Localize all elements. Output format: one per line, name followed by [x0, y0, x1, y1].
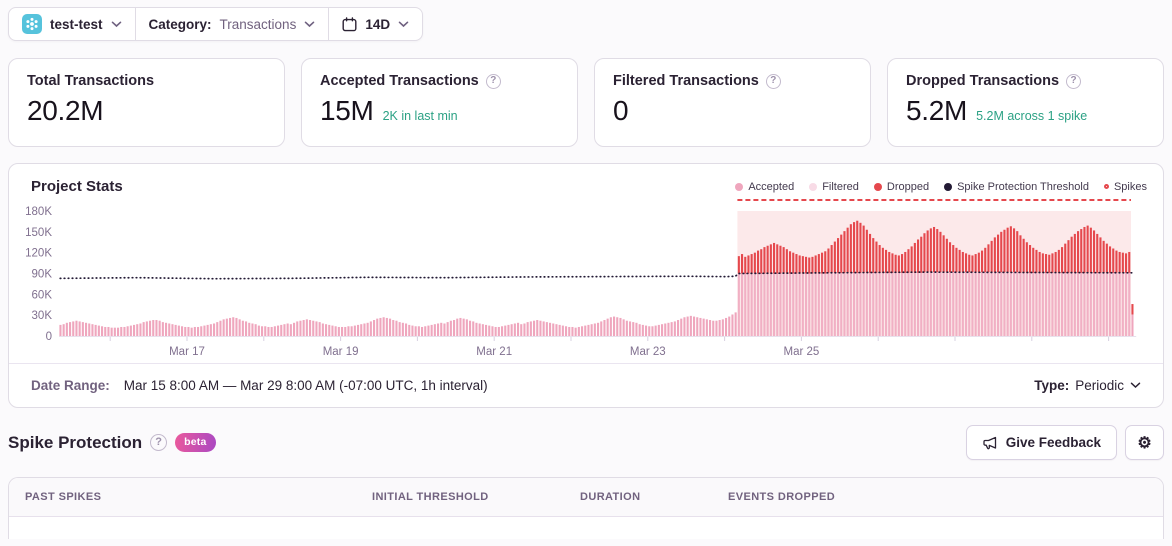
legend-item-dropped[interactable]: Dropped	[873, 180, 930, 193]
legend-label: Filtered	[822, 180, 859, 193]
date-range-label: Date Range:	[31, 378, 110, 393]
col-initial-threshold: INITIAL THRESHOLD	[372, 491, 489, 503]
megaphone-icon	[983, 436, 996, 449]
chart-type-selector[interactable]: Type: Periodic	[1034, 378, 1141, 393]
section-title: Spike Protection	[8, 432, 143, 452]
help-icon[interactable]: ?	[1066, 73, 1082, 89]
category-value: Transactions	[219, 16, 297, 32]
svg-text:90K: 90K	[32, 269, 53, 281]
spike-protection-header: Spike Protection ? beta Give Feedback ⚙	[8, 425, 1164, 460]
calendar-icon	[342, 16, 357, 31]
card-total-transactions: Total Transactions 20.2M	[8, 58, 285, 147]
date-range-value: 14D	[365, 16, 391, 32]
chevron-down-icon	[305, 21, 315, 27]
legend-label: Spike Protection Threshold	[957, 180, 1089, 193]
card-subtext: 5.2M across 1 spike	[976, 109, 1088, 123]
gear-icon: ⚙	[1137, 434, 1152, 452]
project-stats-chart[interactable]: Mar 17 Mar 19 Mar 21 Mar 23 Mar 25 0 30K 60K 90K…	[9, 197, 1163, 363]
help-icon[interactable]: ?	[150, 434, 168, 451]
card-title: Total Transactions	[27, 73, 155, 89]
table-row[interactable]	[9, 517, 1163, 539]
stat-cards-row: Total Transactions 20.2M Accepted Transa…	[8, 58, 1164, 147]
card-accepted-transactions: Accepted Transactions ? 15M 2K in last m…	[301, 58, 578, 147]
project-filter-bar: test-test Category: Transactions 14D	[8, 7, 424, 41]
card-value: 0	[613, 95, 629, 126]
svg-text:150K: 150K	[25, 227, 52, 239]
legend-label: Accepted	[748, 180, 795, 193]
card-title: Accepted Transactions	[320, 73, 479, 89]
legend-item-spikes[interactable]: Spikes	[1103, 180, 1147, 193]
card-dropped-transactions: Dropped Transactions ? 5.2M 5.2M across …	[887, 58, 1164, 147]
date-range-text: Mar 15 8:00 AM — Mar 29 8:00 AM (-07:00 …	[123, 378, 488, 393]
svg-text:180K: 180K	[25, 206, 52, 218]
svg-text:120K: 120K	[25, 248, 52, 260]
table-header-row: PAST SPIKES INITIAL THRESHOLD DURATION E…	[9, 478, 1163, 517]
category-selector[interactable]: Category: Transactions	[136, 8, 329, 40]
chevron-down-icon	[398, 21, 409, 27]
svg-text:30K: 30K	[32, 310, 53, 322]
svg-text:Mar 21: Mar 21	[476, 346, 512, 358]
card-filtered-transactions: Filtered Transactions ? 0	[594, 58, 871, 147]
help-icon[interactable]: ?	[485, 73, 501, 89]
svg-text:Mar 23: Mar 23	[630, 346, 666, 358]
settings-button[interactable]: ⚙	[1125, 425, 1164, 460]
past-spikes-table: PAST SPIKES INITIAL THRESHOLD DURATION E…	[8, 477, 1164, 539]
legend-label: Spikes	[1113, 180, 1147, 193]
give-feedback-button[interactable]: Give Feedback	[965, 425, 1117, 460]
legend-marker	[1103, 184, 1109, 189]
project-selector[interactable]: test-test	[9, 8, 135, 40]
svg-text:0: 0	[46, 331, 52, 343]
card-value: 15M	[320, 95, 374, 126]
help-icon[interactable]: ?	[765, 73, 781, 89]
legend-marker	[873, 182, 882, 191]
chart-footer: Date Range: Mar 15 8:00 AM — Mar 29 8:00…	[9, 363, 1163, 407]
category-label: Category:	[148, 16, 212, 32]
project-platform-icon	[22, 14, 42, 34]
svg-text:Mar 17: Mar 17	[169, 346, 205, 358]
panel-title: Project Stats	[31, 178, 123, 195]
date-range-selector[interactable]: 14D	[329, 8, 422, 40]
legend-marker	[735, 182, 744, 191]
legend-item-filtered[interactable]: Filtered	[809, 181, 859, 193]
chevron-down-icon	[1130, 382, 1141, 389]
svg-text:Mar 19: Mar 19	[323, 346, 359, 358]
legend-item-accepted[interactable]: Accepted	[735, 181, 794, 193]
col-events-dropped: EVENTS DROPPED	[728, 491, 836, 503]
legend-label: Dropped	[886, 180, 930, 193]
stats-page: test-test Category: Transactions 14D Tot…	[0, 0, 1172, 539]
legend-item-spike-protection-threshold[interactable]: Spike Protection Threshold	[944, 181, 1089, 193]
svg-text:Mar 25: Mar 25	[784, 346, 820, 358]
col-past-spikes: PAST SPIKES	[25, 491, 102, 503]
type-label: Type:	[1034, 378, 1070, 393]
type-value: Periodic	[1075, 378, 1124, 393]
card-subtext: 2K in last min	[382, 109, 458, 123]
beta-badge: beta	[175, 433, 216, 452]
card-title: Dropped Transactions	[906, 73, 1060, 89]
card-value: 20.2M	[27, 95, 104, 126]
chevron-down-icon	[111, 21, 121, 27]
col-duration: DURATION	[580, 491, 641, 503]
project-name: test-test	[50, 16, 103, 32]
project-stats-panel: Project Stats Accepted Filtered Dropped Spi…	[8, 163, 1164, 408]
chart-legend: Accepted Filtered Dropped Spike Protection …	[735, 181, 1147, 193]
card-title: Filtered Transactions	[613, 73, 759, 89]
button-label: Give Feedback	[1005, 435, 1101, 450]
legend-marker	[809, 182, 818, 191]
card-value: 5.2M	[906, 95, 968, 126]
svg-text:60K: 60K	[32, 289, 53, 301]
legend-marker	[944, 182, 953, 191]
